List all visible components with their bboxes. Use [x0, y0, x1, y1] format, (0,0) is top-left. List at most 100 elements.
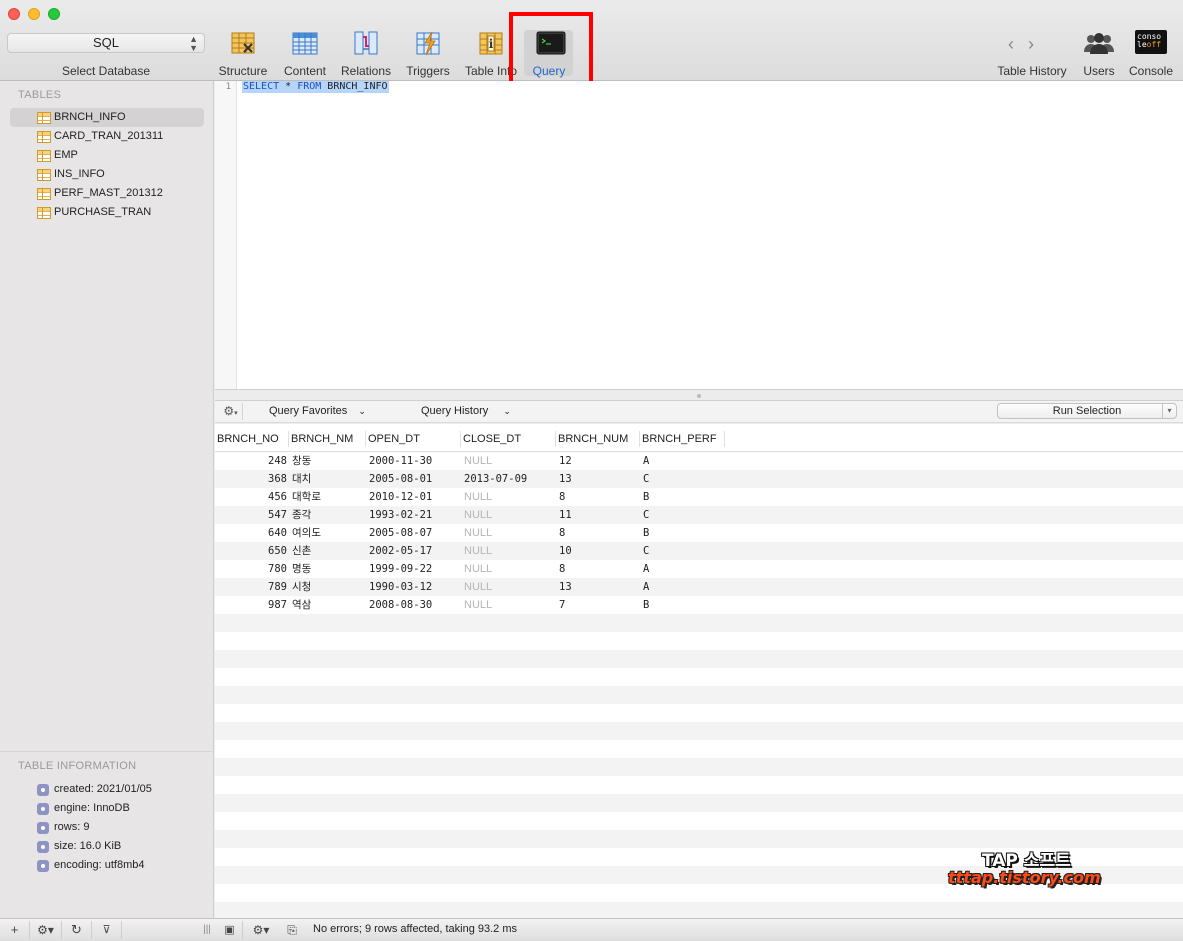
column-header[interactable]: BRNCH_NO [216, 431, 289, 447]
chevron-down-icon[interactable]: ▾ [1162, 404, 1176, 418]
table-cell[interactable]: 2005-08-01 [369, 470, 432, 488]
table-cell[interactable]: 10 [559, 542, 572, 560]
table-cell[interactable]: 987 [237, 596, 287, 614]
table-cell[interactable]: 2008-08-30 [369, 596, 432, 614]
table-cell[interactable]: 12 [559, 452, 572, 470]
table-list-item[interactable]: PURCHASE_TRAN [10, 203, 204, 222]
database-select[interactable]: SQL ▲ ▼ [7, 33, 205, 53]
table-cell[interactable]: 여의도 [292, 524, 321, 542]
table-cell[interactable]: C [643, 506, 649, 524]
filter-button[interactable]: ⊽ [92, 921, 122, 939]
table-cell[interactable]: 1999-09-22 [369, 560, 432, 578]
table-cell[interactable]: B [643, 488, 649, 506]
column-header[interactable]: BRNCH_NM [290, 431, 366, 447]
zoom-window-button[interactable] [48, 8, 60, 20]
table-cell[interactable]: 547 [237, 506, 287, 524]
table-cell[interactable]: 8 [559, 560, 565, 578]
table-cell[interactable]: 2002-05-17 [369, 542, 432, 560]
relations-button[interactable]: Relations [335, 30, 397, 80]
table-cell[interactable]: 시청 [292, 578, 311, 596]
table-cell[interactable]: 8 [559, 488, 565, 506]
table-row[interactable]: 780 명동 1999-09-22 NULL 8 A [215, 560, 1183, 578]
split-handle[interactable] [215, 389, 1183, 401]
table-cell[interactable]: NULL [464, 596, 492, 614]
table-cell[interactable]: 2013-07-09 [464, 470, 527, 488]
table-cell[interactable]: 13 [559, 470, 572, 488]
column-header[interactable]: OPEN_DT [367, 431, 461, 447]
table-row[interactable]: 987 역삼 2008-08-30 NULL 7 B [215, 596, 1183, 614]
table-cell[interactable]: 640 [237, 524, 287, 542]
console-button[interactable]: conso leoff Console [1120, 30, 1182, 80]
table-list-item[interactable]: CARD_TRAN_201311 [10, 127, 204, 146]
table-cell[interactable]: 456 [237, 488, 287, 506]
table-cell[interactable]: B [643, 596, 649, 614]
table-cell[interactable]: 종각 [292, 506, 311, 524]
table-cell[interactable]: NULL [464, 488, 492, 506]
table-cell[interactable]: A [643, 578, 649, 596]
table-list-item[interactable]: PERF_MAST_201312 [10, 184, 204, 203]
table-cell[interactable]: 248 [237, 452, 287, 470]
table-history-button[interactable]: Table History [996, 30, 1068, 80]
table-list-item[interactable]: EMP [10, 146, 204, 165]
query-history-menu[interactable]: Query History ⌄ [421, 405, 511, 417]
table-list-item[interactable]: BRNCH_INFO [10, 108, 204, 127]
query-favorites-menu[interactable]: Query Favorites ⌄ [269, 405, 366, 417]
table-cell[interactable]: 780 [237, 560, 287, 578]
table-cell[interactable]: 대치 [292, 470, 311, 488]
table-row[interactable]: 789 시청 1990-03-12 NULL 13 A [215, 578, 1183, 596]
table-cell[interactable]: 2000-11-30 [369, 452, 432, 470]
table-cell[interactable]: NULL [464, 578, 492, 596]
table-cell[interactable]: 역삼 [292, 596, 311, 614]
toggle-panel-button[interactable]: ▣ [217, 921, 243, 939]
table-cell[interactable]: 8 [559, 524, 565, 542]
table-cell[interactable]: 13 [559, 578, 572, 596]
content-button[interactable]: Content [274, 30, 336, 80]
table-cell[interactable]: 789 [237, 578, 287, 596]
refresh-button[interactable]: ↻ [62, 921, 92, 939]
table-cell[interactable]: 신촌 [292, 542, 311, 560]
sidebar-resize-handle[interactable]: ||| [200, 921, 214, 939]
add-table-button[interactable]: + [0, 921, 30, 939]
table-cell[interactable]: NULL [464, 506, 492, 524]
table-cell[interactable]: 1990-03-12 [369, 578, 432, 596]
table-cell[interactable]: C [643, 470, 649, 488]
table-cell[interactable]: 650 [237, 542, 287, 560]
table-row[interactable]: 248 창동 2000-11-30 NULL 12 A [215, 452, 1183, 470]
column-header[interactable]: BRNCH_NUM [557, 431, 640, 447]
close-window-button[interactable] [8, 8, 20, 20]
table-cell[interactable]: NULL [464, 560, 492, 578]
table-cell[interactable]: 1993-02-21 [369, 506, 432, 524]
table-row[interactable]: 456 대학로 2010-12-01 NULL 8 B [215, 488, 1183, 506]
table-cell[interactable]: NULL [464, 524, 492, 542]
table-cell[interactable]: B [643, 524, 649, 542]
minimize-window-button[interactable] [28, 8, 40, 20]
column-header[interactable]: CLOSE_DT [462, 431, 556, 447]
gear-icon[interactable]: ⚙▾ [219, 403, 243, 420]
structure-button[interactable]: Structure [212, 30, 274, 80]
table-cell[interactable]: 368 [237, 470, 287, 488]
table-cell[interactable]: NULL [464, 452, 492, 470]
table-cell[interactable]: A [643, 560, 649, 578]
table-cell[interactable]: 창동 [292, 452, 311, 470]
query-actions-button[interactable]: ⚙▾ [245, 921, 277, 939]
table-row[interactable]: 547 종각 1993-02-21 NULL 11 C [215, 506, 1183, 524]
table-actions-button[interactable]: ⚙▾ [30, 921, 62, 939]
table-cell[interactable]: 명동 [292, 560, 311, 578]
table-cell[interactable]: NULL [464, 542, 492, 560]
table-row[interactable]: 650 신촌 2002-05-17 NULL 10 C [215, 542, 1183, 560]
triggers-button[interactable]: Triggers [397, 30, 459, 80]
table-cell[interactable]: 11 [559, 506, 572, 524]
table-row[interactable]: 640 여의도 2005-08-07 NULL 8 B [215, 524, 1183, 542]
table-cell[interactable]: 7 [559, 596, 565, 614]
query-editor[interactable]: 1 SELECT * FROM BRNCH_INFO [215, 81, 1183, 389]
table-row[interactable]: 368 대치 2005-08-01 2013-07-09 13 C [215, 470, 1183, 488]
table-cell[interactable]: 2010-12-01 [369, 488, 432, 506]
table-cell[interactable]: C [643, 542, 649, 560]
table-cell[interactable]: 대학로 [292, 488, 321, 506]
table-cell[interactable]: A [643, 452, 649, 470]
run-selection-button[interactable]: Run Selection ▾ [997, 403, 1177, 419]
column-header[interactable]: BRNCH_PERF [641, 431, 725, 447]
copy-button[interactable]: ⎘ [280, 921, 304, 939]
table-list-item[interactable]: INS_INFO [10, 165, 204, 184]
query-text[interactable]: SELECT * FROM BRNCH_INFO [242, 81, 389, 93]
